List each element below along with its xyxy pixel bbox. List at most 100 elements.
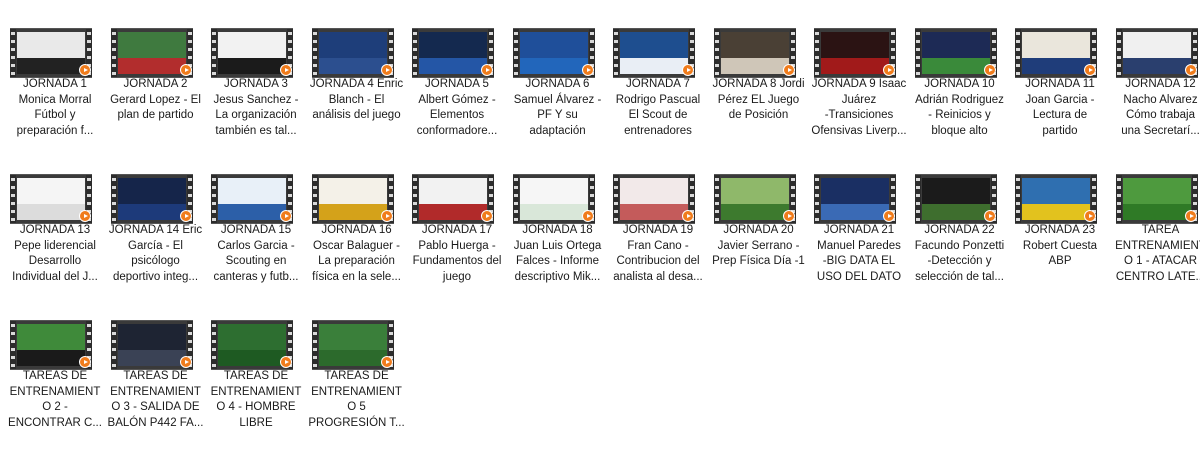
video-filmstrip-icon: [311, 28, 394, 78]
video-file-item[interactable]: JORNADA 15 Carlos Garcia - Scouting en c…: [206, 146, 306, 288]
video-thumbnail: [218, 32, 286, 74]
film-perforation: [1015, 175, 1021, 223]
video-thumbnail: [117, 324, 186, 366]
thumbnail-accent: [117, 350, 186, 366]
film-perforation: [613, 29, 619, 77]
video-thumbnail: [17, 32, 85, 74]
video-file-item[interactable]: JORNADA 8 Jordi Pérez EL Juego de Posici…: [709, 0, 809, 142]
video-file-item[interactable]: JORNADA 7 Rodrigo Pascual El Scout de en…: [608, 0, 708, 142]
thumbnail-accent: [218, 350, 286, 366]
file-name-label: JORNADA 4 Enric Blanch - El análisis del…: [309, 78, 404, 121]
play-badge-icon: [280, 356, 292, 368]
video-filmstrip-icon: [512, 174, 595, 224]
video-thumbnail: [1122, 178, 1191, 220]
file-name-label: JORNADA 23 Robert Cuesta ABP: [1022, 224, 1098, 267]
play-badge-icon: [883, 210, 895, 222]
video-file-item[interactable]: TAREAS DE ENTRENAMIENT O 5 PROGRESIÓN T.…: [307, 292, 407, 434]
video-file-item[interactable]: JORNADA 18 Juan Luis Ortega Falces - Inf…: [508, 146, 608, 288]
play-badge-icon: [481, 210, 493, 222]
video-thumbnail: [318, 32, 387, 74]
film-perforation: [10, 321, 16, 369]
video-file-item[interactable]: JORNADA 13 Pepe liderencial Desarrollo I…: [5, 146, 105, 288]
video-thumbnail: [821, 32, 889, 74]
video-file-item[interactable]: JORNADA 16 Oscar Balaguer - La preparaci…: [307, 146, 407, 288]
thumbnail-accent: [117, 204, 186, 220]
video-file-item[interactable]: JORNADA 14 Eric García - El psicólogo de…: [106, 146, 206, 288]
video-file-item[interactable]: JORNADA 1 Monica Morral Fútbol y prepara…: [5, 0, 105, 142]
play-badge-icon: [380, 210, 393, 222]
thumbnail-accent: [921, 58, 990, 74]
video-file-item[interactable]: JORNADA 3 Jesus Sanchez - La organizació…: [206, 0, 306, 142]
play-badge-icon: [581, 64, 594, 76]
video-file-item[interactable]: JORNADA 12 Nacho Alvarez Cómo trabaja un…: [1111, 0, 1200, 142]
video-file-item[interactable]: JORNADA 10 Adrián Rodriguez - Reinicios …: [910, 0, 1010, 142]
video-filmstrip-icon: [512, 28, 595, 78]
video-filmstrip-icon: [110, 320, 193, 370]
thumbnail-accent: [1122, 204, 1191, 220]
file-name-label: JORNADA 1 Monica Morral Fútbol y prepara…: [16, 78, 94, 137]
film-perforation: [10, 29, 16, 77]
video-file-item[interactable]: JORNADA 5 Albert Gómez - Elementos confo…: [407, 0, 507, 142]
play-badge-icon: [682, 64, 694, 76]
video-thumbnail: [821, 178, 889, 220]
video-file-item[interactable]: JORNADA 19 Fran Cano - Contribucion del …: [608, 146, 708, 288]
play-badge-icon: [481, 64, 493, 76]
video-thumbnail: [1022, 178, 1090, 220]
video-filmstrip-icon: [311, 174, 394, 224]
film-perforation: [814, 29, 820, 77]
film-perforation: [713, 29, 720, 77]
video-file-item[interactable]: TAREAS DE ENTRENAMIENT O 4 - HOMBRE LIBR…: [206, 292, 306, 434]
video-file-item[interactable]: JORNADA 21 Manuel Paredes -BIG DATA EL U…: [809, 146, 909, 288]
play-badge-icon: [983, 210, 996, 222]
video-thumbnail: [419, 32, 487, 74]
video-thumbnail: [1122, 32, 1191, 74]
video-file-item[interactable]: JORNADA 6 Samuel Álvarez - PF Y su adapt…: [508, 0, 608, 142]
video-file-item[interactable]: JORNADA 22 Facundo Ponzetti -Detección y…: [910, 146, 1010, 288]
play-badge-icon: [280, 210, 292, 222]
video-file-item[interactable]: JORNADA 2 Gerard Lopez - El plan de part…: [106, 0, 206, 142]
thumbnail-accent: [318, 58, 387, 74]
video-filmstrip-icon: [211, 174, 293, 224]
file-name-label: TAREAS DE ENTRENAMIENT O 4 - HOMBRE LIBR…: [210, 370, 302, 429]
video-filmstrip-icon: [914, 28, 997, 78]
video-file-item[interactable]: JORNADA 20 Javier Serrano - Prep Física …: [709, 146, 809, 288]
video-thumbnail: [620, 178, 688, 220]
video-thumbnail: [218, 324, 286, 366]
film-perforation: [613, 175, 619, 223]
play-badge-icon: [1084, 64, 1096, 76]
video-file-item[interactable]: JORNADA 4 Enric Blanch - El análisis del…: [307, 0, 407, 142]
video-filmstrip-icon: [412, 28, 494, 78]
video-filmstrip-icon: [110, 28, 193, 78]
thumbnail-accent: [1122, 58, 1191, 74]
file-name-label: JORNADA 19 Fran Cano - Contribucion del …: [613, 224, 703, 283]
thumbnail-accent: [519, 204, 588, 220]
film-perforation: [311, 175, 318, 223]
file-name-label: JORNADA 20 Javier Serrano - Prep Física …: [712, 224, 805, 267]
video-thumbnail: [720, 178, 789, 220]
video-filmstrip-icon: [110, 174, 193, 224]
file-name-label: JORNADA 21 Manuel Paredes -BIG DATA EL U…: [816, 224, 902, 283]
video-file-item[interactable]: JORNADA 17 Pablo Huerga - Fundamentos de…: [407, 146, 507, 288]
play-badge-icon: [1084, 210, 1096, 222]
video-file-item[interactable]: JORNADA 11 Joan Garcia - Lectura de part…: [1010, 0, 1110, 142]
video-filmstrip-icon: [311, 320, 394, 370]
film-perforation: [211, 175, 217, 223]
video-thumbnail: [519, 32, 588, 74]
video-thumbnail: [1022, 32, 1090, 74]
file-name-label: TAREA ENTRENAMIENT O 1 - ATACAR CENTRO L…: [1115, 224, 1200, 283]
video-file-item[interactable]: JORNADA 23 Robert Cuesta ABP: [1010, 146, 1110, 288]
video-file-item[interactable]: TAREAS DE ENTRENAMIENT O 2 - ENCONTRAR C…: [5, 292, 105, 434]
film-perforation: [110, 29, 117, 77]
video-thumbnail: [117, 32, 186, 74]
video-thumbnail: [921, 178, 990, 220]
thumbnail-accent: [821, 204, 889, 220]
video-filmstrip-icon: [412, 174, 494, 224]
film-perforation: [311, 29, 318, 77]
video-filmstrip-icon: [1115, 174, 1198, 224]
video-thumbnail: [17, 324, 85, 366]
video-file-item[interactable]: TAREA ENTRENAMIENT O 1 - ATACAR CENTRO L…: [1111, 146, 1200, 288]
film-perforation: [211, 321, 217, 369]
video-file-item[interactable]: TAREAS DE ENTRENAMIENT O 3 - SALIDA DE B…: [106, 292, 206, 434]
video-file-item[interactable]: JORNADA 9 Isaac Juárez -Transiciones Ofe…: [809, 0, 909, 142]
thumbnail-accent: [921, 204, 990, 220]
